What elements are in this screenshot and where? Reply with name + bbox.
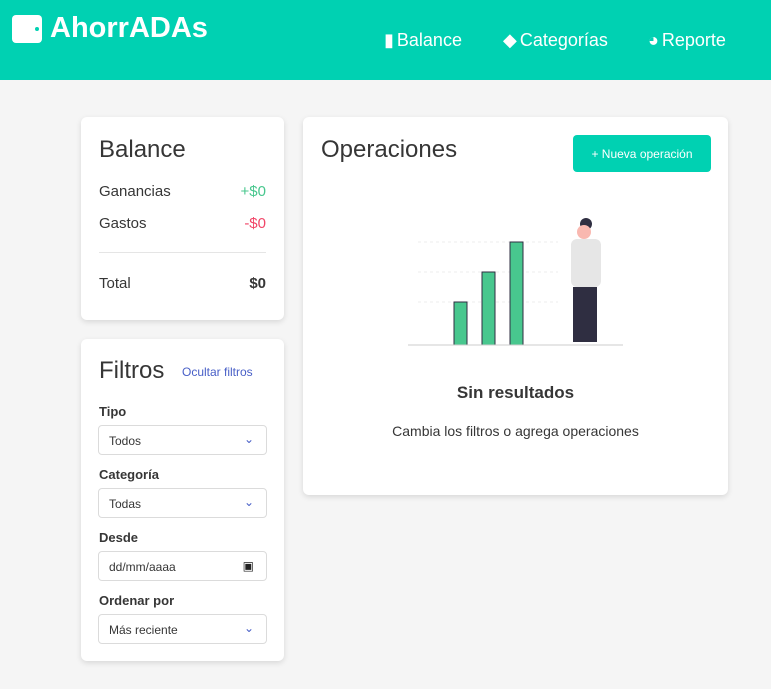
filters-title: Filtros [99, 357, 165, 384]
nav-label: Categorías [519, 30, 608, 50]
empty-state-illustration [408, 218, 623, 346]
ganancias-label: Ganancias [99, 183, 171, 200]
balance-card: Balance Ganancias +$0 Gastos -$0 Total $0 [81, 117, 284, 320]
tipo-value: Todos [109, 434, 142, 448]
gastos-value: -$0 [244, 215, 266, 232]
empty-text: Cambia los filtros o agrega operaciones [392, 423, 639, 439]
gastos-label: Gastos [99, 215, 147, 232]
desde-label: Desde [99, 530, 139, 545]
hide-filters-link[interactable]: Ocultar filtros [182, 365, 253, 379]
date-placeholder: dd/mm/aaaa [109, 560, 176, 574]
brand-name: AhorrADAs [50, 12, 208, 44]
orden-select[interactable]: Más reciente ⌄ [98, 614, 267, 644]
chart-bar-icon: ▮ [384, 30, 394, 50]
operations-title: Operaciones [321, 136, 458, 163]
orden-value: Más reciente [109, 623, 178, 637]
divider [99, 252, 266, 253]
categoria-select[interactable]: Todas ⌄ [98, 488, 267, 518]
operations-card: Operaciones + Nueva operación Sin result… [303, 117, 728, 495]
nav-balance[interactable]: ▮ Balance [384, 30, 462, 51]
nav-categorias[interactable]: ◆ Categorías [503, 30, 608, 51]
total-value: $0 [249, 275, 266, 292]
calendar-icon[interactable]: ▣ [243, 559, 254, 573]
brand-logo[interactable]: AhorrADAs [12, 12, 208, 45]
navbar: AhorrADAs ▮ Balance ◆ Categorías ◕ Reporte [0, 0, 771, 80]
ganancias-value: +$0 [240, 183, 266, 200]
button-label: + Nueva operación [591, 146, 693, 161]
tipo-label: Tipo [99, 404, 127, 419]
new-operation-button[interactable]: + Nueva operación [573, 135, 711, 172]
nav-reporte[interactable]: ◕ Reporte [648, 30, 726, 51]
chevron-down-icon: ⌄ [243, 495, 254, 509]
chevron-down-icon: ⌄ [243, 621, 254, 635]
chart-pie-icon: ◕ [648, 30, 659, 50]
balance-title: Balance [99, 136, 186, 163]
chevron-down-icon: ⌄ [243, 432, 254, 446]
nav-label: Reporte [661, 30, 726, 50]
tipo-select[interactable]: Todos ⌄ [98, 425, 267, 455]
desde-date-input[interactable]: dd/mm/aaaa ▣ [98, 551, 267, 581]
wallet-icon [12, 14, 42, 43]
tag-icon: ◆ [503, 30, 517, 50]
categoria-label: Categoría [99, 467, 159, 482]
empty-title: Sin resultados [456, 383, 575, 402]
filters-card: Filtros Ocultar filtros Tipo Todos ⌄ Cate… [81, 339, 284, 661]
nav-label: Balance [396, 30, 462, 50]
categoria-value: Todas [109, 497, 142, 511]
total-label: Total [99, 275, 131, 292]
orden-label: Ordenar por [99, 593, 175, 608]
